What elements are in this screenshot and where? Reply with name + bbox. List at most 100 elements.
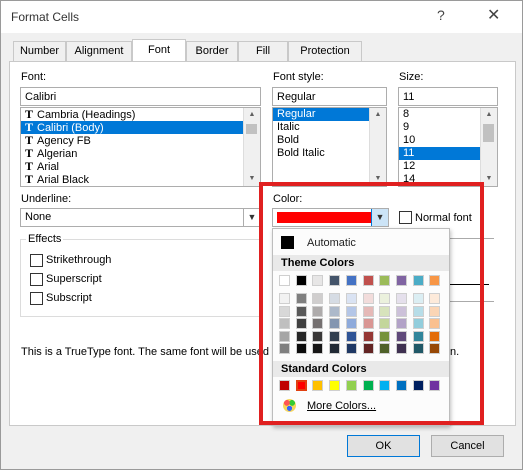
theme-shade-swatch[interactable] — [295, 343, 307, 354]
theme-shade-swatch[interactable] — [379, 318, 391, 329]
theme-shade-swatch[interactable] — [379, 305, 391, 317]
help-button[interactable]: ? — [437, 7, 445, 23]
theme-shade-swatch[interactable] — [379, 330, 391, 342]
theme-color-swatch[interactable] — [312, 275, 324, 286]
theme-color-swatch[interactable] — [279, 275, 290, 286]
list-item[interactable]: T Agency FB — [21, 134, 260, 148]
theme-shade-swatch[interactable] — [429, 343, 441, 354]
tab-border[interactable]: Border — [186, 41, 238, 61]
theme-shade-swatch[interactable] — [395, 330, 407, 342]
chevron-down-icon[interactable]: ▼ — [243, 209, 260, 226]
theme-shade-swatch[interactable] — [429, 293, 441, 304]
tab-protection[interactable]: Protection — [288, 41, 362, 61]
standard-color-swatch[interactable] — [345, 380, 357, 391]
font-name-input[interactable]: Calibri — [20, 87, 261, 106]
standard-color-swatch[interactable] — [429, 380, 441, 391]
theme-shade-swatch[interactable] — [345, 305, 357, 317]
close-button[interactable]: ✕ — [487, 5, 500, 25]
list-item[interactable]: T Calibri (Body) — [21, 121, 260, 134]
theme-shade-swatch[interactable] — [395, 318, 407, 329]
scroll-thumb[interactable] — [246, 124, 257, 134]
automatic-color-swatch[interactable] — [281, 236, 294, 249]
theme-color-swatch[interactable] — [379, 275, 391, 286]
theme-shade-swatch[interactable] — [329, 343, 341, 354]
tab-alignment[interactable]: Alignment — [66, 41, 132, 61]
font-style-list[interactable]: Regular Italic Bold Bold Italic ▲ ▼ — [272, 107, 387, 187]
standard-color-swatch[interactable] — [395, 380, 407, 391]
chevron-down-icon[interactable]: ▼ — [371, 209, 388, 226]
subscript-checkbox[interactable] — [30, 292, 43, 305]
list-item[interactable]: T Arial Black — [21, 173, 260, 187]
scroll-thumb[interactable] — [483, 124, 494, 142]
theme-shade-swatch[interactable] — [295, 318, 307, 329]
standard-color-swatch[interactable] — [412, 380, 424, 391]
theme-shade-swatch[interactable] — [412, 318, 424, 329]
tab-number[interactable]: Number — [13, 41, 66, 61]
scroll-up-icon[interactable]: ▲ — [244, 108, 260, 122]
theme-color-swatch[interactable] — [362, 275, 374, 286]
color-select[interactable]: ▼ — [272, 208, 389, 227]
scroll-down-icon[interactable]: ▼ — [481, 172, 497, 186]
theme-shade-swatch[interactable] — [412, 330, 424, 342]
theme-color-swatch[interactable] — [295, 275, 307, 286]
size-list[interactable]: 8 9 10 11 12 14 ▲ ▼ — [398, 107, 498, 187]
theme-shade-swatch[interactable] — [395, 343, 407, 354]
theme-shade-swatch[interactable] — [312, 343, 324, 354]
theme-shade-swatch[interactable] — [412, 343, 424, 354]
theme-shade-swatch[interactable] — [312, 293, 324, 304]
superscript-checkbox[interactable] — [30, 273, 43, 286]
font-list-scrollbar[interactable]: ▲ ▼ — [243, 108, 260, 186]
underline-select[interactable]: None ▼ — [20, 208, 261, 227]
size-input[interactable]: 11 — [398, 87, 498, 106]
theme-shade-swatch[interactable] — [429, 330, 441, 342]
theme-shade-swatch[interactable] — [412, 305, 424, 317]
theme-shade-swatch[interactable] — [312, 305, 324, 317]
theme-shade-swatch[interactable] — [429, 318, 441, 329]
theme-color-swatch[interactable] — [329, 275, 341, 286]
theme-shade-swatch[interactable] — [279, 318, 290, 329]
theme-shade-swatch[interactable] — [279, 343, 290, 354]
theme-shade-swatch[interactable] — [362, 330, 374, 342]
standard-color-swatch[interactable] — [329, 380, 341, 391]
theme-shade-swatch[interactable] — [379, 343, 391, 354]
list-item[interactable]: T Arial — [21, 160, 260, 174]
theme-shade-swatch[interactable] — [329, 318, 341, 329]
theme-shade-swatch[interactable] — [329, 305, 341, 317]
tab-fill[interactable]: Fill — [238, 41, 288, 61]
ok-button[interactable]: OK — [347, 435, 420, 457]
theme-color-swatch[interactable] — [412, 275, 424, 286]
standard-color-swatch[interactable] — [312, 380, 324, 391]
theme-shade-swatch[interactable] — [329, 293, 341, 304]
list-item[interactable]: T Cambria (Headings) — [21, 108, 260, 121]
size-list-scrollbar[interactable]: ▲ ▼ — [480, 108, 497, 186]
scroll-down-icon[interactable]: ▼ — [244, 172, 260, 186]
theme-shade-swatch[interactable] — [379, 293, 391, 304]
theme-shade-swatch[interactable] — [345, 343, 357, 354]
scroll-down-icon[interactable]: ▼ — [370, 172, 386, 186]
scroll-up-icon[interactable]: ▲ — [481, 108, 497, 122]
font-style-input[interactable]: Regular — [272, 87, 387, 106]
theme-shade-swatch[interactable] — [395, 293, 407, 304]
theme-color-swatch[interactable] — [429, 275, 441, 286]
scroll-up-icon[interactable]: ▲ — [370, 108, 386, 122]
theme-shade-swatch[interactable] — [345, 318, 357, 329]
font-style-scrollbar[interactable]: ▲ ▼ — [369, 108, 386, 186]
theme-shade-swatch[interactable] — [329, 330, 341, 342]
theme-shade-swatch[interactable] — [279, 305, 290, 317]
cancel-button[interactable]: Cancel — [431, 435, 504, 457]
theme-shade-swatch[interactable] — [295, 293, 307, 304]
theme-shade-swatch[interactable] — [362, 343, 374, 354]
standard-color-swatch[interactable] — [279, 380, 290, 391]
standard-color-swatch[interactable] — [379, 380, 391, 391]
theme-shade-swatch[interactable] — [362, 305, 374, 317]
theme-color-swatch[interactable] — [345, 275, 357, 286]
theme-shade-swatch[interactable] — [295, 330, 307, 342]
theme-shade-swatch[interactable] — [279, 330, 290, 342]
automatic-color-option[interactable]: Automatic — [307, 237, 356, 249]
theme-shade-swatch[interactable] — [362, 293, 374, 304]
theme-shade-swatch[interactable] — [362, 318, 374, 329]
more-colors-link[interactable]: More Colors... — [307, 400, 376, 412]
theme-color-swatch[interactable] — [395, 275, 407, 286]
theme-shade-swatch[interactable] — [412, 293, 424, 304]
theme-shade-swatch[interactable] — [395, 305, 407, 317]
